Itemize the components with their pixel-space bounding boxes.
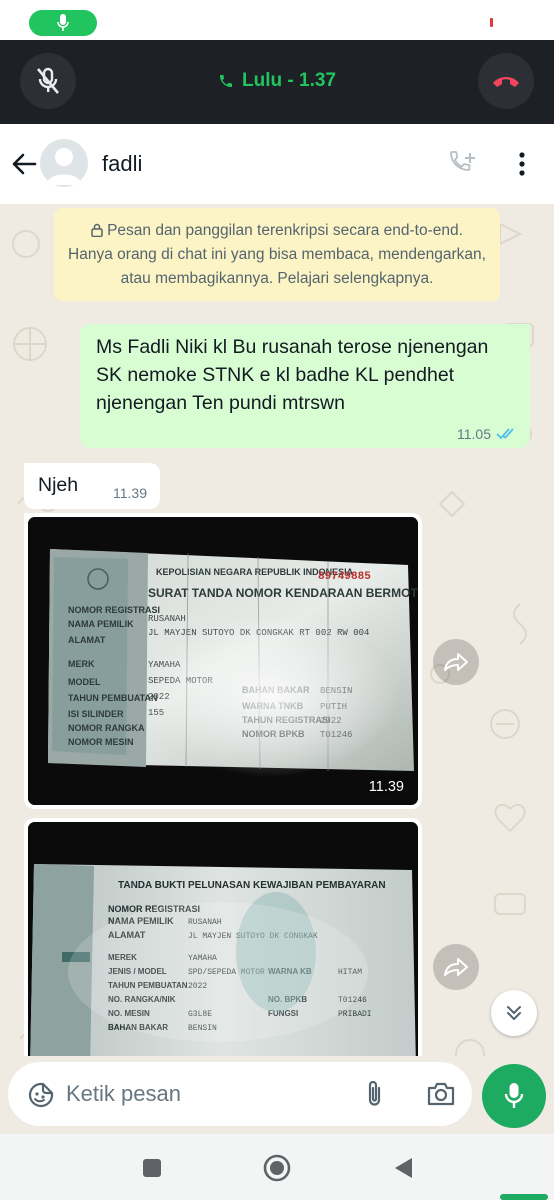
vehicle-registration-photo[interactable]: KEPOLISIAN NEGARA REPUBLIK INDONESIA SUR… [28,517,418,805]
forward-button[interactable] [433,639,479,685]
incoming-message[interactable]: Njeh 11.39 [24,463,160,509]
add-call-icon [450,151,475,171]
add-participant-call-button[interactable] [447,148,479,180]
chat-header: fadli [0,124,554,204]
accessibility-handle [500,1194,548,1200]
double-check-read-icon [496,428,514,440]
double-chevron-down-icon [507,1006,521,1020]
sticker-icon [28,1082,54,1108]
svg-text:NAMA PEMILIK: NAMA PEMILIK [68,619,134,629]
forward-icon [444,958,468,976]
phone-icon [220,75,233,87]
tax-receipt-document-image: TANDA BUKTI PELUNASAN KEWAJIBAN PEMBAYAR… [28,822,418,1056]
camera-icon [427,1082,455,1106]
paperclip-icon [368,1080,381,1106]
triangle-back-icon [395,1158,412,1178]
default-avatar-icon [46,148,82,185]
scroll-to-bottom-button[interactable] [491,990,537,1036]
end-call-button[interactable] [478,53,534,109]
svg-text:NOMOR REGISTRASI: NOMOR REGISTRASI [68,605,160,615]
message-text: Ms Fadli Niki kl Bu rusanah terose njene… [96,336,489,414]
message-time: 11.39 [113,485,147,501]
encryption-notice-text: Pesan dan panggilan terenkripsi secara e… [68,222,486,287]
tax-receipt-photo[interactable]: TANDA BUKTI PELUNASAN KEWAJIBAN PEMBAYAR… [28,822,418,1056]
contact-name[interactable]: fadli [102,151,142,177]
svg-text:SURAT TANDA NOMOR KENDARAAN BE: SURAT TANDA NOMOR KENDARAAN BERMOTOR [148,586,418,600]
back-button[interactable] [8,148,40,180]
system-navigation-bar [0,1134,554,1200]
call-info[interactable]: Lulu - 1.37 [0,70,554,92]
hang-up-icon [493,77,519,87]
attach-button[interactable] [360,1079,390,1109]
svg-text:MODEL: MODEL [68,677,101,687]
message-composer [0,1056,554,1134]
system-back-button[interactable] [388,1153,418,1183]
circle-home-icon [263,1154,291,1182]
message-time: 11.39 [368,779,404,795]
forward-button[interactable] [433,944,479,990]
svg-text:89749885: 89749885 [318,571,371,583]
forward-icon [444,653,468,671]
caller-label: Lulu - 1.37 [242,70,336,91]
camera-button[interactable] [425,1079,457,1109]
voice-message-button[interactable] [482,1064,546,1128]
square-icon [143,1159,161,1177]
message-text: Njeh [38,474,79,496]
arrow-left-icon [12,153,37,175]
message-time: 11.05 [457,426,491,442]
encryption-notice[interactable]: Pesan dan panggilan terenkripsi secara e… [54,208,500,301]
stnk-document-image: KEPOLISIAN NEGARA REPUBLIK INDONESIA SUR… [28,517,418,805]
ongoing-call-banner[interactable]: Lulu - 1.37 [0,40,554,124]
svg-text:PRIBADI: PRIBADI [338,1010,372,1019]
svg-text:TANDA BUKTI PELUNASAN KEWAJIBA: TANDA BUKTI PELUNASAN KEWAJIBAN PEMBAYAR… [118,880,386,891]
recent-apps-button[interactable] [137,1153,167,1183]
svg-text:NOMOR MESIN: NOMOR MESIN [68,737,134,747]
chat-conversation[interactable]: Pesan dan panggilan terenkripsi secara e… [0,204,554,1056]
microphone-icon [504,1083,524,1108]
outgoing-message[interactable]: Ms Fadli Niki kl Bu rusanah terose njene… [80,324,530,448]
home-button[interactable] [262,1153,292,1183]
incoming-image-message[interactable]: TANDA BUKTI PELUNASAN KEWAJIBAN PEMBAYAR… [24,818,422,1056]
message-input-bar [8,1062,472,1126]
svg-text:ALAMAT: ALAMAT [68,635,106,645]
sticker-button[interactable] [26,1080,56,1110]
message-meta: 11.05 [457,426,518,442]
more-vertical-icon [519,152,525,176]
recording-indicator [490,18,493,27]
more-options-button[interactable] [508,148,536,180]
status-bar [0,0,554,40]
microphone-icon [57,14,69,31]
svg-text:MERK: MERK [68,659,95,669]
lock-icon [91,223,103,237]
avatar[interactable] [40,139,88,187]
incoming-image-message[interactable]: KEPOLISIAN NEGARA REPUBLIK INDONESIA SUR… [24,513,422,809]
message-input[interactable] [66,1076,346,1112]
svg-text:ISI SILINDER: ISI SILINDER [68,709,124,719]
microphone-in-use-indicator[interactable] [29,10,97,36]
